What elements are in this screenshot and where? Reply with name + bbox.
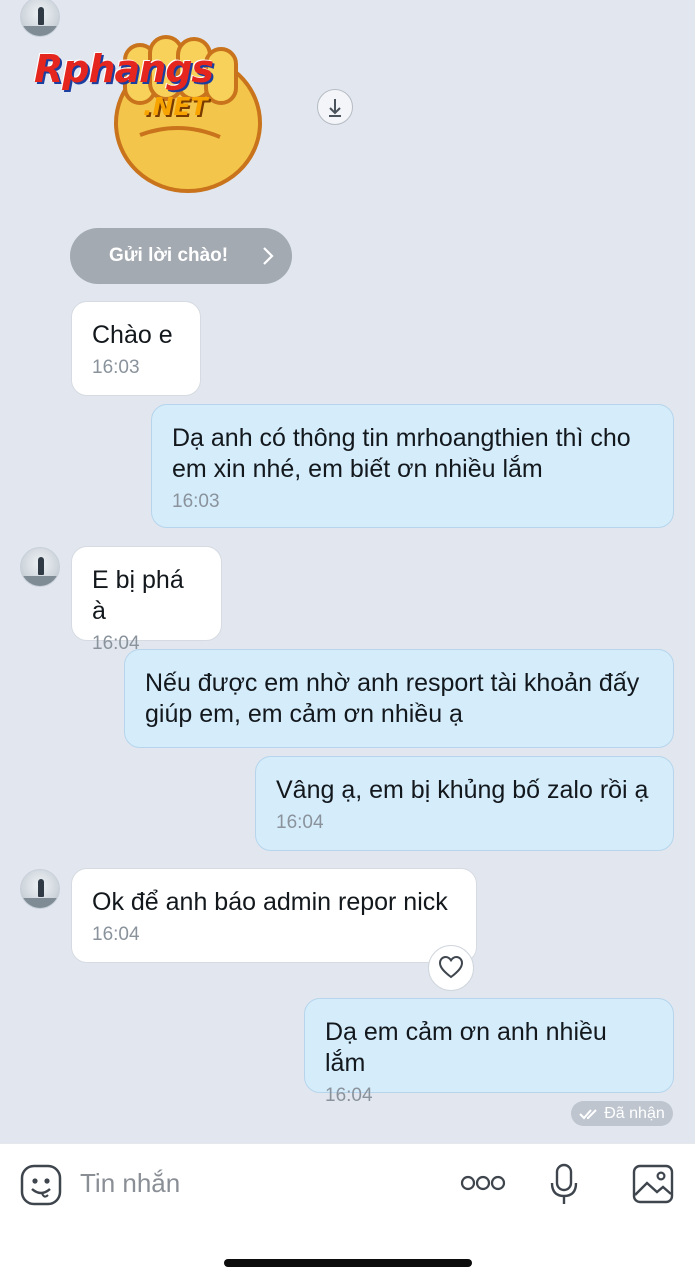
- sender-avatar[interactable]: [20, 547, 60, 587]
- home-indicator[interactable]: [224, 1259, 472, 1267]
- more-options-button[interactable]: [460, 1174, 506, 1197]
- double-check-icon: [579, 1108, 597, 1119]
- chevron-right-icon: [263, 247, 274, 265]
- message-text: Nếu được em nhờ anh resport tài khoản đấ…: [145, 669, 640, 728]
- brand-watermark-suffix: .NET: [143, 92, 208, 121]
- message-bubble-outgoing[interactable]: Vâng ạ, em bị khủng bố zalo rồi ạ 16:04: [255, 756, 674, 851]
- download-button[interactable]: [317, 89, 353, 125]
- sender-avatar[interactable]: [20, 869, 60, 909]
- emoji-button[interactable]: [20, 1164, 62, 1211]
- download-icon: [329, 99, 341, 117]
- message-bubble-outgoing[interactable]: Dạ em cảm ơn anh nhiều lắm 16:04: [304, 998, 674, 1106]
- more-icon: [460, 1175, 506, 1191]
- heart-icon: [438, 955, 464, 979]
- message-bubble-incoming[interactable]: E bị phá à 16:04: [71, 546, 222, 654]
- send-greeting-label: Gửi lời chào!: [109, 245, 229, 266]
- brand-watermark: Rphangs: [34, 47, 214, 91]
- message-time: 16:03: [92, 357, 140, 378]
- delivery-status-badge: Đã nhận: [571, 1101, 673, 1126]
- message-bubble-outgoing[interactable]: Nếu được em nhờ anh resport tài khoản đấ…: [124, 649, 674, 748]
- message-time: 16:04: [276, 812, 324, 833]
- image-icon: [632, 1164, 674, 1204]
- message-input[interactable]: Tin nhắn: [80, 1168, 180, 1199]
- message-bubble-outgoing[interactable]: Dạ anh có thông tin mrhoangthien thì cho…: [151, 404, 674, 528]
- message-time: 16:03: [172, 491, 220, 512]
- microphone-icon: [550, 1163, 578, 1204]
- voice-message-button[interactable]: [548, 1162, 580, 1213]
- react-heart-button[interactable]: [428, 945, 474, 991]
- message-time: 16:04: [92, 924, 140, 945]
- message-bubble-incoming[interactable]: Chào e 16:03: [71, 301, 201, 396]
- delivery-status-label: Đã nhận: [604, 1104, 665, 1122]
- send-image-button[interactable]: [632, 1164, 674, 1209]
- message-bubble-incoming[interactable]: Ok để anh báo admin repor nick 16:04: [71, 868, 477, 963]
- chat-area: Rphangs .NET Gửi lời chào! Chào e 16:03 …: [0, 0, 695, 1143]
- message-text: Chào e: [92, 321, 173, 349]
- message-text: Dạ em cảm ơn anh nhiều lắm: [325, 1018, 607, 1077]
- message-text: Ok để anh báo admin repor nick: [92, 888, 448, 916]
- send-greeting-button[interactable]: Gửi lời chào!: [70, 228, 292, 284]
- message-text: Vâng ạ, em bị khủng bố zalo rồi ạ: [276, 776, 649, 804]
- message-text: Dạ anh có thông tin mrhoangthien thì cho…: [172, 424, 631, 483]
- emoji-icon: [20, 1164, 62, 1206]
- message-text: E bị phá à: [92, 566, 184, 625]
